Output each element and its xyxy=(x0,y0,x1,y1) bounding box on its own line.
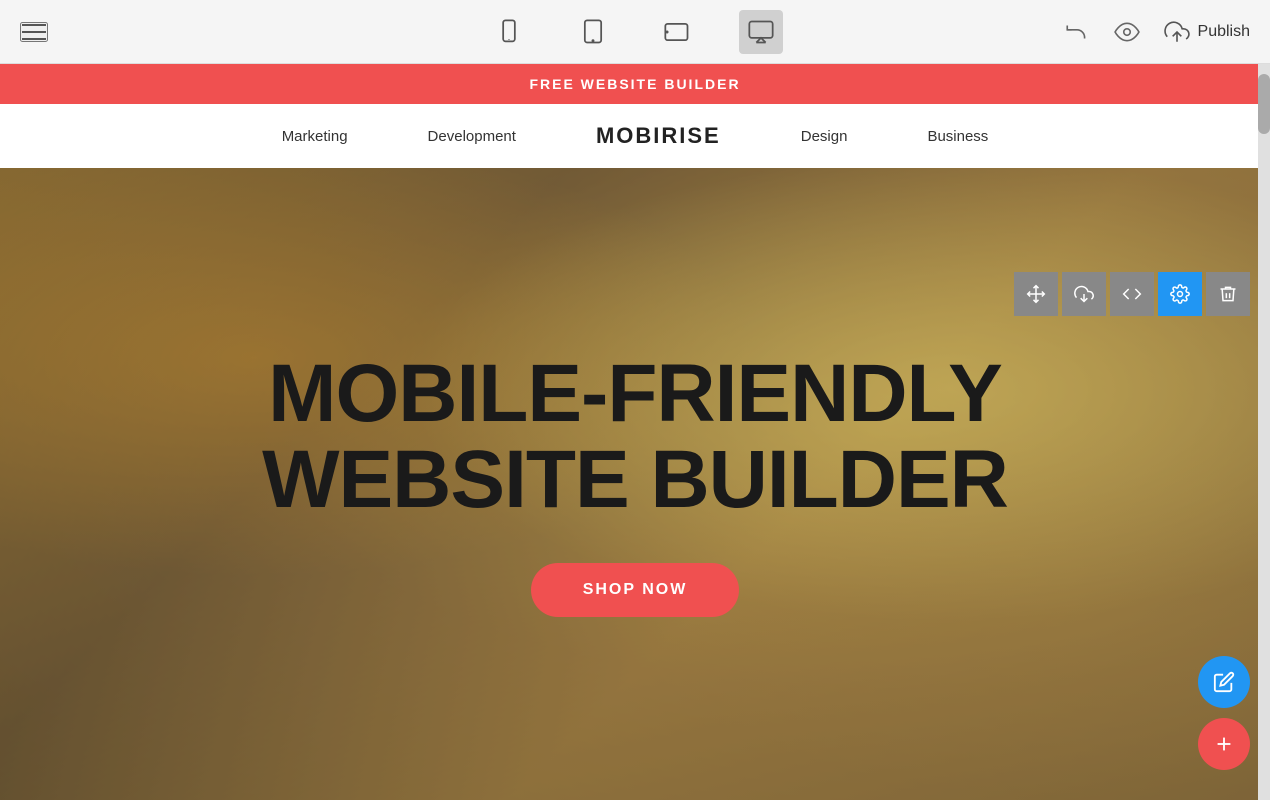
trash-icon xyxy=(1218,284,1238,304)
tablet-view-button[interactable] xyxy=(571,10,615,54)
desktop-view-button[interactable] xyxy=(739,10,783,54)
banner-bar: FREE WEBSITE BUILDER xyxy=(0,64,1270,104)
hero-section: MOBILE-FRIENDLY WEBSITE BUILDER SHOP NOW xyxy=(0,168,1270,800)
nav-link-business[interactable]: Business xyxy=(927,128,988,145)
menu-button[interactable] xyxy=(20,22,48,42)
code-icon xyxy=(1122,284,1142,304)
section-code-button[interactable] xyxy=(1110,272,1154,316)
scrollbar-thumb[interactable] xyxy=(1258,74,1270,134)
site-nav: Marketing Development MOBIRISE Design Bu… xyxy=(0,104,1270,168)
section-delete-button[interactable] xyxy=(1206,272,1250,316)
hero-title: MOBILE-FRIENDLY WEBSITE BUILDER xyxy=(262,351,1008,523)
preview-button[interactable] xyxy=(1114,19,1140,45)
nav-link-marketing[interactable]: Marketing xyxy=(282,128,348,145)
site-brand: MOBIRISE xyxy=(596,123,721,149)
device-switcher xyxy=(487,10,783,54)
scrollbar[interactable] xyxy=(1258,64,1270,800)
undo-button[interactable] xyxy=(1064,19,1090,45)
toolbar-left xyxy=(20,22,48,42)
plus-icon xyxy=(1213,733,1235,755)
shop-now-button[interactable]: SHOP NOW xyxy=(531,563,740,617)
top-toolbar: Publish xyxy=(0,0,1270,64)
undo-icon xyxy=(1064,19,1090,45)
edit-icon xyxy=(1213,671,1235,693)
banner-text: FREE WEBSITE BUILDER xyxy=(529,76,740,92)
section-toolbar xyxy=(1014,272,1250,316)
publish-label: Publish xyxy=(1198,23,1250,41)
mobile-view-button[interactable] xyxy=(487,10,531,54)
edit-fab-button[interactable] xyxy=(1198,656,1250,708)
section-settings-button[interactable] xyxy=(1158,272,1202,316)
section-download-button[interactable] xyxy=(1062,272,1106,316)
toolbar-right: Publish xyxy=(1064,19,1250,45)
upload-cloud-icon xyxy=(1164,19,1190,45)
gear-icon xyxy=(1170,284,1190,304)
nav-link-design[interactable]: Design xyxy=(801,128,848,145)
desktop-icon xyxy=(747,18,775,46)
add-fab-button[interactable] xyxy=(1198,718,1250,770)
hero-text: MOBILE-FRIENDLY WEBSITE BUILDER xyxy=(262,351,1008,523)
hero-title-line2: WEBSITE BUILDER xyxy=(262,437,1008,523)
download-icon xyxy=(1074,284,1094,304)
tablet-landscape-view-button[interactable] xyxy=(655,10,699,54)
tablet-landscape-icon xyxy=(663,18,691,46)
mobile-icon xyxy=(495,18,523,46)
fab-container xyxy=(1198,656,1250,770)
publish-button[interactable]: Publish xyxy=(1164,19,1250,45)
nav-link-development[interactable]: Development xyxy=(428,128,516,145)
main-content: FREE WEBSITE BUILDER Marketing Developme… xyxy=(0,64,1270,800)
section-move-button[interactable] xyxy=(1014,272,1058,316)
tablet-icon xyxy=(579,18,607,46)
move-icon xyxy=(1026,284,1046,304)
hero-title-line1: MOBILE-FRIENDLY xyxy=(262,351,1008,437)
eye-icon xyxy=(1114,19,1140,45)
